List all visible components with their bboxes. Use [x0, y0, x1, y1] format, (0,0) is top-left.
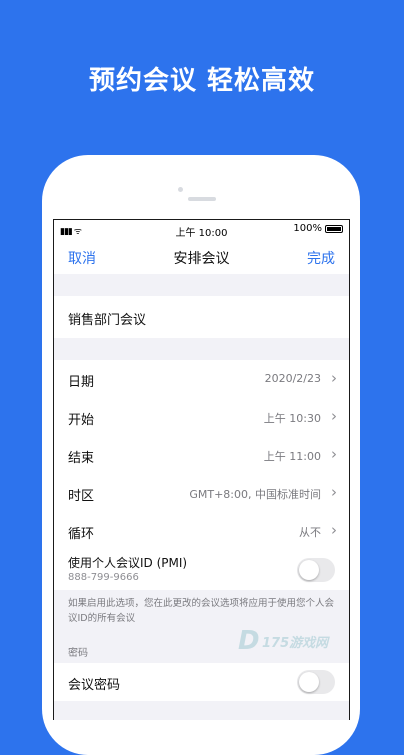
end-time-row[interactable]: 结束 上午 11:00 ›	[54, 436, 349, 474]
chevron-right-icon: ›	[331, 483, 337, 501]
chevron-right-icon: ›	[331, 521, 337, 539]
watermark-text: 175游戏网	[262, 636, 329, 651]
recurrence-label: 循环	[68, 527, 95, 542]
status-bar: ▮▮▮ ᯤ 上午 10:00 100%	[54, 220, 349, 240]
timezone-label: 时区	[68, 489, 95, 504]
battery-status: 100%	[293, 223, 343, 234]
pmi-label: 使用个人会议ID (PMI)	[68, 556, 188, 570]
meeting-topic-text: 销售部门会议	[68, 313, 147, 328]
timezone-value: GMT+8:00, 中国标准时间	[189, 488, 321, 501]
watermark-logo: D	[238, 626, 260, 656]
pmi-row: 使用个人会议ID (PMI) 888-799-9666	[54, 550, 349, 590]
headline: 预约会议 轻松高效	[88, 66, 316, 96]
date-value: 2020/2/23	[264, 372, 321, 385]
start-label: 开始	[68, 413, 95, 428]
chevron-right-icon: ›	[331, 369, 337, 387]
toggle-knob	[299, 560, 319, 580]
start-time-row[interactable]: 开始 上午 10:30 ›	[54, 398, 349, 436]
chevron-right-icon: ›	[331, 445, 337, 463]
toggle-knob	[299, 672, 319, 692]
meeting-password-row: 会议密码	[54, 663, 349, 701]
meeting-topic-field[interactable]: 销售部门会议	[54, 296, 349, 338]
timezone-row[interactable]: 时区 GMT+8:00, 中国标准时间 ›	[54, 474, 349, 512]
pmi-toggle[interactable]	[297, 558, 335, 582]
battery-percent: 100%	[293, 223, 322, 234]
pmi-id: 888-799-9666	[68, 572, 139, 583]
page-title: 安排会议	[173, 251, 230, 267]
end-value: 上午 11:00	[263, 450, 321, 463]
recurrence-value: 从不	[299, 526, 321, 539]
battery-icon	[325, 224, 343, 233]
date-row[interactable]: 日期 2020/2/23 ›	[54, 360, 349, 398]
meeting-password-toggle[interactable]	[297, 670, 335, 694]
front-camera	[178, 187, 183, 192]
end-label: 结束	[68, 451, 95, 466]
recurrence-row[interactable]: 循环 从不 ›	[54, 512, 349, 550]
start-value: 上午 10:30	[263, 412, 321, 425]
done-button[interactable]: 完成	[307, 248, 335, 268]
speaker-grille	[188, 197, 216, 201]
chevron-right-icon: ›	[331, 407, 337, 425]
nav-bar: 取消 安排会议 完成	[54, 240, 349, 274]
meeting-password-label: 会议密码	[68, 678, 121, 693]
date-label: 日期	[68, 375, 95, 390]
watermark: D 175游戏网	[238, 628, 354, 656]
